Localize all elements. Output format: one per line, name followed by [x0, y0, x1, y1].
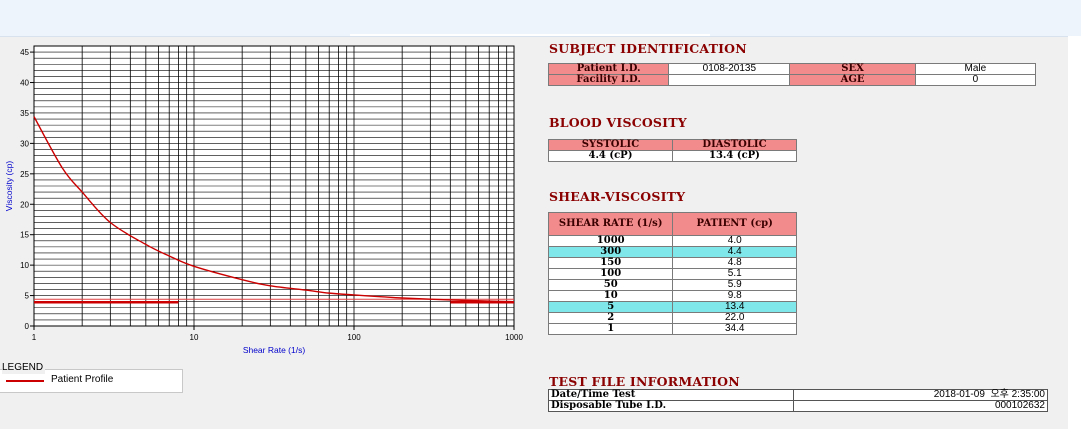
table-row: 10 9.8: [547, 290, 797, 302]
systolic-label: SYSTOLIC: [548, 139, 673, 151]
x-tick-label: 1000: [505, 333, 523, 342]
subject-identification-heading: SUBJECT IDENTIFICATION: [549, 41, 747, 56]
patient-value-cell: 4.4: [672, 246, 797, 258]
table-row: Date/Time Test 2018-01-09 오후 2:35:00: [548, 389, 1048, 401]
legend: LEGEND Patient Profile: [0, 362, 184, 393]
patient-id-value: 0108-20135: [668, 63, 791, 75]
patient-value-cell: 5.9: [672, 279, 797, 291]
facility-id-value: [668, 74, 791, 86]
y-tick-label: 5: [25, 292, 30, 301]
y-tick-label: 25: [20, 170, 29, 179]
shear-rate-cell: 1000: [547, 235, 674, 247]
date-time-value: 2018-01-09 오후 2:35:00: [793, 389, 1048, 401]
date-time-label: Date/Time Test: [548, 389, 794, 401]
x-tick-label: 1: [32, 333, 37, 342]
table-row: 100 5.1: [547, 268, 797, 280]
disposable-tube-label: Disposable Tube I.D.: [548, 400, 794, 412]
blood-viscosity-table: SYSTOLIC DIASTOLIC 4.4 (cP) 13.4 (cP): [548, 139, 798, 162]
y-tick-label: 10: [20, 261, 29, 270]
table-row: SYSTOLIC DIASTOLIC: [548, 139, 798, 151]
table-row: 4.4 (cP) 13.4 (cP): [548, 150, 798, 162]
shear-rate-cell: 300: [547, 246, 674, 258]
patient-id-label: Patient I.D.: [547, 63, 670, 75]
subject-table: Patient I.D. 0108-20135 SEX Male Facilit…: [547, 63, 1037, 86]
table-row: 50 5.9: [547, 279, 797, 291]
diastolic-label: DIASTOLIC: [671, 139, 798, 151]
y-tick-label: 15: [20, 231, 29, 240]
sex-value: Male: [914, 63, 1037, 75]
shear-rate-cell: 150: [547, 257, 674, 269]
x-axis-label: Shear Rate (1/s): [243, 345, 306, 355]
sex-label: SEX: [789, 63, 916, 75]
patient-value-cell: 22.0: [672, 312, 797, 324]
shear-rate-header: SHEAR RATE (1/s): [547, 212, 674, 236]
shear-rate-cell: 2: [547, 312, 674, 324]
age-value: 0: [914, 74, 1037, 86]
legend-line-swatch: [6, 380, 44, 382]
disposable-tube-value: 000102632: [793, 400, 1048, 412]
x-axis-ticks: 1 10 100 1000: [32, 326, 523, 342]
shear-rate-cell: 1: [547, 323, 674, 335]
systolic-value: 4.4 (cP): [548, 150, 673, 162]
patient-value-cell: 9.8: [672, 290, 797, 302]
facility-id-label: Facility I.D.: [547, 74, 670, 86]
legend-label-patient-profile: Patient Profile: [51, 374, 114, 385]
patient-value-cell: 13.4: [672, 301, 797, 313]
shear-rate-cell: 50: [547, 279, 674, 291]
table-row: SHEAR RATE (1/s) PATIENT (cp): [547, 212, 797, 236]
diastolic-value: 13.4 (cP): [671, 150, 798, 162]
shear-rate-cell: 100: [547, 268, 674, 280]
shear-rate-cell: 10: [547, 290, 674, 302]
x-tick-label: 10: [190, 333, 199, 342]
patient-cp-header: PATIENT (cp): [672, 212, 797, 236]
patient-value-cell: 4.0: [672, 235, 797, 247]
y-tick-label: 0: [25, 322, 30, 331]
patient-value-cell: 5.1: [672, 268, 797, 280]
y-axis-label: Viscosity (cp): [4, 161, 14, 212]
test-file-table: Date/Time Test 2018-01-09 오후 2:35:00 Dis…: [548, 389, 1048, 412]
legend-title: LEGEND: [2, 362, 46, 374]
right-scroll-edge: [1068, 36, 1081, 429]
patient-value-cell: 34.4: [672, 323, 797, 335]
table-row: Facility I.D. AGE 0: [547, 74, 1037, 86]
y-tick-label: 20: [20, 200, 29, 209]
test-file-information-heading: TEST FILE INFORMATION: [549, 374, 740, 389]
table-row: Disposable Tube I.D. 000102632: [548, 400, 1048, 412]
shear-rate-cell: 5: [547, 301, 674, 313]
viscosity-chart: 0 5 10 15 20 25 30 35 40 45 1 10 100 1000 Shear Rate…: [4, 45, 523, 355]
viscosity-plot-panel: 0 5 10 15 20 25 30 35 40 45 1 10 100 1000 Shear Rate…: [0, 40, 540, 356]
age-label: AGE: [789, 74, 916, 86]
top-banner: [0, 0, 1081, 37]
table-row: Patient I.D. 0108-20135 SEX Male: [547, 63, 1037, 75]
table-row: 1 34.4: [547, 323, 797, 335]
table-row: 2 22.0: [547, 312, 797, 324]
y-axis-ticks: 0 5 10 15 20 25 30 35 40 45: [20, 48, 34, 331]
table-row: 150 4.8: [547, 257, 797, 269]
shear-viscosity-heading: SHEAR-VISCOSITY: [549, 189, 686, 204]
table-row: 300 4.4: [547, 246, 797, 258]
y-tick-label: 40: [20, 79, 29, 88]
table-row: 5 13.4: [547, 301, 797, 313]
table-row: 1000 4.0: [547, 235, 797, 247]
blood-viscosity-heading: BLOOD VISCOSITY: [549, 115, 687, 130]
y-tick-label: 30: [20, 139, 29, 148]
x-tick-label: 100: [347, 333, 361, 342]
y-tick-label: 45: [20, 48, 29, 57]
patient-value-cell: 4.8: [672, 257, 797, 269]
y-tick-label: 35: [20, 109, 29, 118]
shear-viscosity-table: SHEAR RATE (1/s) PATIENT (cp) 1000 4.0 30…: [547, 212, 797, 335]
banner-highlight: [350, 34, 710, 36]
